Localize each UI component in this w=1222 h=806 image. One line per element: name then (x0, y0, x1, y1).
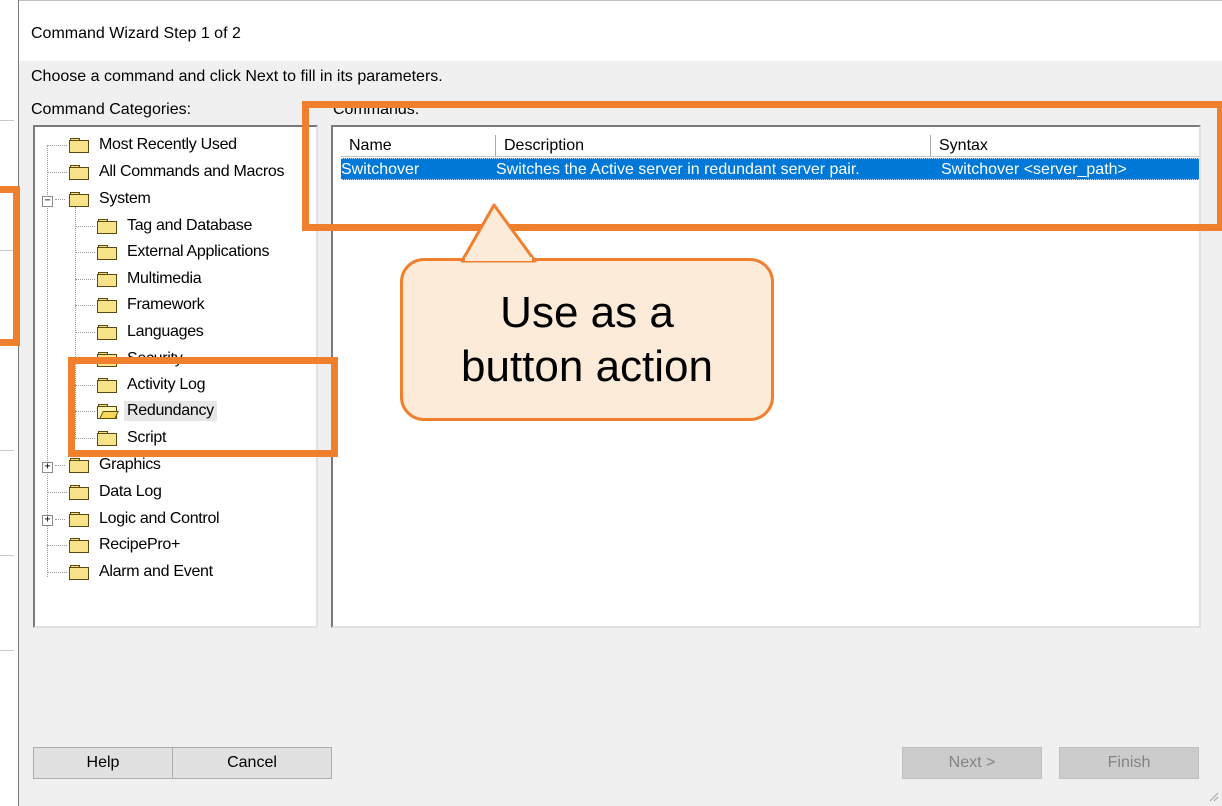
tree-connector (55, 198, 65, 200)
tree-connector (47, 144, 67, 146)
categories-label: Command Categories: (31, 101, 192, 118)
tree-item-label: Tag and Database (127, 217, 253, 234)
tree-connector (75, 251, 95, 253)
folder-icon (69, 538, 89, 553)
callout-line-2: button action (461, 341, 713, 391)
folder-icon (97, 298, 117, 313)
folder-icon (69, 192, 89, 207)
tree-item-label: RecipePro+ (99, 536, 181, 553)
folder-icon (97, 325, 117, 340)
folder-icon (97, 245, 117, 260)
tree-item-label: Data Log (99, 483, 162, 500)
tree-item-tag-and-database[interactable]: Tag and Database (75, 214, 255, 238)
tree-item-system[interactable]: System (55, 187, 154, 211)
background-divider (0, 120, 14, 121)
tree-item-label: Graphics (99, 456, 161, 473)
tree-connector (47, 491, 67, 493)
callout-line-1: Use as a (500, 287, 674, 337)
tree-item-multimedia[interactable]: Multimedia (75, 267, 204, 291)
annotation-callout: Use as a button action (400, 258, 774, 421)
background-divider (0, 650, 14, 651)
next-button[interactable]: Next > (902, 747, 1042, 779)
dialog-title: Command Wizard Step 1 of 2 (31, 25, 241, 42)
collapse-icon[interactable]: − (42, 196, 53, 207)
folder-icon (69, 512, 89, 527)
folder-icon (69, 485, 89, 500)
tree-connector (47, 171, 67, 173)
tree-item-label: Multimedia (127, 270, 202, 287)
tree-item-framework[interactable]: Framework (75, 293, 207, 317)
tree-item-alarm-and-event[interactable]: Alarm and Event (47, 560, 216, 584)
tree-item-label: Most Recently Used (99, 136, 237, 153)
background-divider (0, 450, 14, 451)
instruction-text: Choose a command and click Next to fill … (31, 68, 443, 85)
expand-icon[interactable]: + (42, 515, 53, 526)
highlight-box-categories (68, 357, 338, 457)
tree-connector (47, 544, 67, 546)
background-divider (0, 555, 14, 556)
folder-icon (69, 458, 89, 473)
tree-connector (55, 464, 65, 466)
tree-connector (75, 225, 95, 227)
cancel-button[interactable]: Cancel (172, 747, 332, 779)
tree-item-languages[interactable]: Languages (75, 320, 207, 344)
folder-icon (69, 565, 89, 580)
tree-item-external-applications[interactable]: External Applications (75, 240, 272, 264)
tree-item-recipepro[interactable]: RecipePro+ (47, 533, 183, 557)
folder-icon (69, 138, 89, 153)
tree-item-label: System (99, 190, 151, 207)
tree-item-label: All Commands and Macros (99, 163, 285, 180)
tree-connector (75, 304, 95, 306)
resize-grip-icon[interactable] (1207, 790, 1219, 802)
tree-connector (75, 278, 95, 280)
folder-icon (69, 165, 89, 180)
tree-item-label: Alarm and Event (99, 563, 213, 580)
tree-item-label: Framework (127, 296, 205, 313)
tree-item-label: External Applications (127, 243, 270, 260)
tree-connector (75, 331, 95, 333)
tree-connector (47, 571, 67, 573)
tree-item-most-recently-used[interactable]: Most Recently Used (47, 133, 240, 157)
tree-item-logic-and-control[interactable]: Logic and Control (55, 507, 222, 531)
folder-icon (97, 219, 117, 234)
tree-item-label: Logic and Control (99, 510, 220, 527)
finish-button[interactable]: Finish (1059, 747, 1199, 779)
tree-connector (55, 518, 65, 520)
tree-item-label: Languages (127, 323, 204, 340)
tree-connector (47, 145, 48, 577)
expand-icon[interactable]: + (42, 462, 53, 473)
title-bar[interactable]: Command Wizard Step 1 of 2 (19, 0, 1222, 61)
background-window-edge (0, 0, 19, 806)
tree-item-all-commands[interactable]: All Commands and Macros (47, 160, 287, 184)
highlight-box-left (0, 186, 20, 346)
tree-item-data-log[interactable]: Data Log (47, 480, 165, 504)
highlight-box-commands (302, 101, 1222, 231)
help-button[interactable]: Help (33, 747, 173, 779)
folder-icon (97, 272, 117, 287)
